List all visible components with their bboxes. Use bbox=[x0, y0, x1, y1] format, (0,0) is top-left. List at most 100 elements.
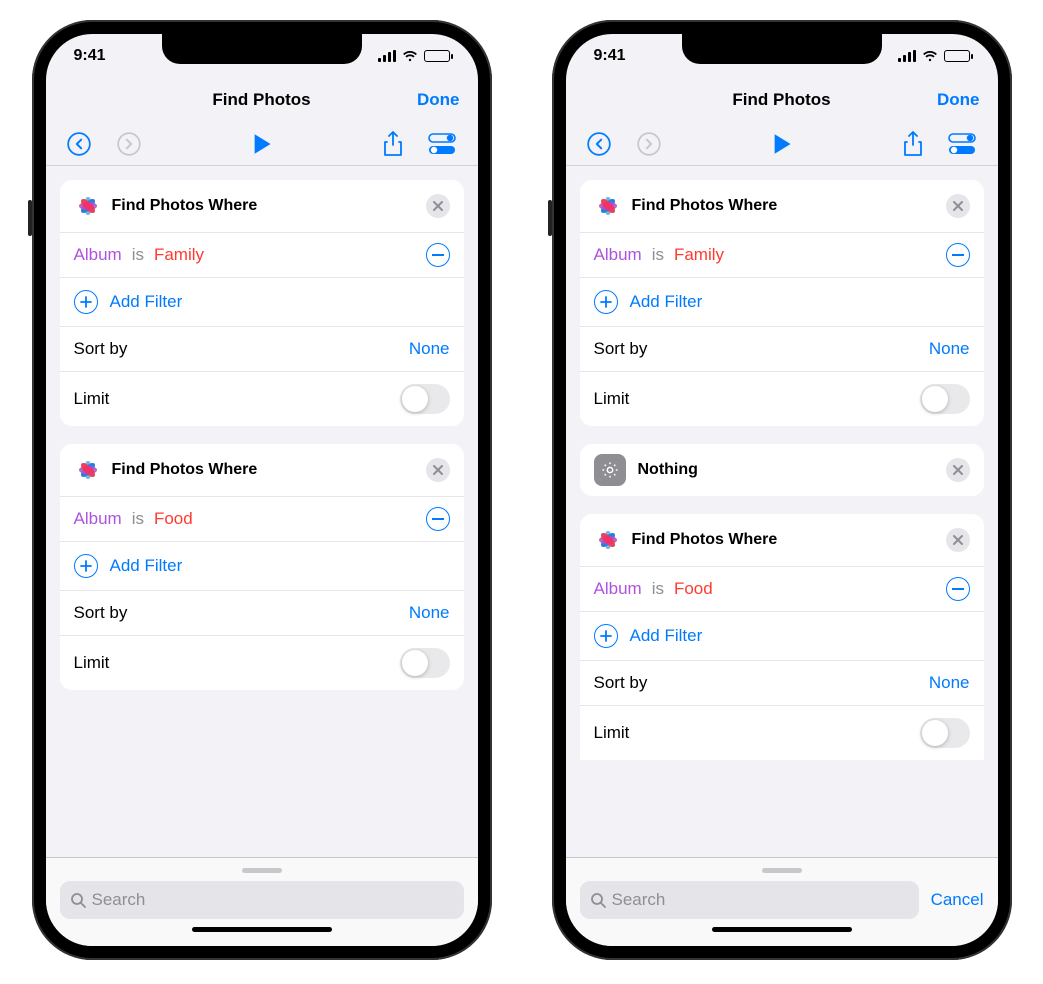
search-input[interactable]: Search bbox=[580, 881, 919, 919]
remove-action-button[interactable] bbox=[946, 528, 970, 552]
share-button[interactable] bbox=[902, 131, 924, 157]
status-time: 9:41 bbox=[74, 47, 106, 65]
add-filter-label: Add Filter bbox=[110, 556, 183, 576]
search-icon bbox=[590, 892, 606, 908]
remove-action-button[interactable] bbox=[946, 458, 970, 482]
search-placeholder: Search bbox=[612, 890, 666, 910]
photos-app-icon bbox=[594, 526, 622, 554]
filter-value: Food bbox=[674, 579, 713, 599]
sort-by-label: Sort by bbox=[594, 673, 648, 693]
wifi-icon bbox=[922, 50, 938, 62]
limit-switch[interactable] bbox=[920, 718, 970, 748]
remove-filter-button[interactable] bbox=[946, 243, 970, 267]
filter-field: Album bbox=[74, 245, 122, 265]
nav-bar: Find Photos Done bbox=[46, 78, 478, 122]
limit-row: Limit bbox=[580, 706, 984, 760]
add-filter-button[interactable]: Add Filter bbox=[580, 612, 984, 661]
redo-button[interactable] bbox=[636, 131, 662, 157]
action-card: Find Photos Where Album is Family bbox=[60, 180, 464, 426]
card-title: Find Photos Where bbox=[112, 197, 426, 215]
sort-by-row[interactable]: Sort by None bbox=[580, 661, 984, 706]
nothing-action-card[interactable]: Nothing bbox=[580, 444, 984, 496]
filter-operator: is bbox=[132, 509, 144, 529]
card-title: Find Photos Where bbox=[632, 531, 946, 549]
nav-title: Find Photos bbox=[212, 90, 310, 110]
notch bbox=[162, 34, 362, 64]
remove-action-button[interactable] bbox=[426, 458, 450, 482]
plus-circle-icon bbox=[74, 554, 98, 578]
remove-filter-button[interactable] bbox=[426, 507, 450, 531]
limit-label: Limit bbox=[594, 723, 630, 743]
limit-row: Limit bbox=[60, 372, 464, 426]
sort-by-value: None bbox=[929, 339, 970, 359]
sort-by-row[interactable]: Sort by None bbox=[60, 591, 464, 636]
home-indicator[interactable] bbox=[712, 927, 852, 932]
sort-by-row[interactable]: Sort by None bbox=[60, 327, 464, 372]
filter-row[interactable]: Album is Food bbox=[60, 497, 464, 542]
share-button[interactable] bbox=[382, 131, 404, 157]
photos-app-icon bbox=[74, 192, 102, 220]
cancel-button[interactable]: Cancel bbox=[931, 890, 984, 910]
phone-right: 9:41 Find Photos Done bbox=[552, 20, 1012, 960]
undo-button[interactable] bbox=[586, 131, 612, 157]
nav-bar: Find Photos Done bbox=[566, 78, 998, 122]
sort-by-label: Sort by bbox=[74, 339, 128, 359]
action-card: Find Photos Where Album is Food bbox=[60, 444, 464, 690]
sort-by-label: Sort by bbox=[594, 339, 648, 359]
filter-field: Album bbox=[74, 509, 122, 529]
add-filter-button[interactable]: Add Filter bbox=[60, 542, 464, 591]
filter-operator: is bbox=[132, 245, 144, 265]
remove-filter-button[interactable] bbox=[426, 243, 450, 267]
done-button[interactable]: Done bbox=[417, 90, 460, 110]
limit-switch[interactable] bbox=[400, 648, 450, 678]
phone-left: 9:41 Find Photos Done bbox=[32, 20, 492, 960]
filter-row[interactable]: Album is Family bbox=[580, 233, 984, 278]
nav-title: Find Photos bbox=[732, 90, 830, 110]
add-filter-button[interactable]: Add Filter bbox=[580, 278, 984, 327]
home-indicator[interactable] bbox=[192, 927, 332, 932]
sort-by-value: None bbox=[409, 339, 450, 359]
filter-row[interactable]: Album is Food bbox=[580, 567, 984, 612]
settings-toggle-button[interactable] bbox=[428, 133, 456, 155]
add-filter-label: Add Filter bbox=[630, 292, 703, 312]
drawer-grabber[interactable] bbox=[242, 868, 282, 873]
done-button[interactable]: Done bbox=[937, 90, 980, 110]
action-card: Find Photos Where Album is Family bbox=[580, 180, 984, 426]
add-filter-label: Add Filter bbox=[110, 292, 183, 312]
plus-circle-icon bbox=[74, 290, 98, 314]
cellular-signal-icon bbox=[898, 50, 916, 62]
wifi-icon bbox=[402, 50, 418, 62]
search-placeholder: Search bbox=[92, 890, 146, 910]
sort-by-value: None bbox=[409, 603, 450, 623]
remove-action-button[interactable] bbox=[426, 194, 450, 218]
limit-label: Limit bbox=[594, 389, 630, 409]
sort-by-value: None bbox=[929, 673, 970, 693]
filter-row[interactable]: Album is Family bbox=[60, 233, 464, 278]
settings-toggle-button[interactable] bbox=[948, 133, 976, 155]
plus-circle-icon bbox=[594, 624, 618, 648]
filter-value: Family bbox=[674, 245, 724, 265]
redo-button[interactable] bbox=[116, 131, 142, 157]
filter-field: Album bbox=[594, 579, 642, 599]
limit-switch[interactable] bbox=[920, 384, 970, 414]
drawer-grabber[interactable] bbox=[762, 868, 802, 873]
limit-switch[interactable] bbox=[400, 384, 450, 414]
toolbar bbox=[566, 122, 998, 166]
add-filter-button[interactable]: Add Filter bbox=[60, 278, 464, 327]
sort-by-row[interactable]: Sort by None bbox=[580, 327, 984, 372]
remove-filter-button[interactable] bbox=[946, 577, 970, 601]
search-icon bbox=[70, 892, 86, 908]
search-input[interactable]: Search bbox=[60, 881, 464, 919]
action-card: Find Photos Where Album is Food bbox=[580, 514, 984, 760]
filter-operator: is bbox=[652, 579, 664, 599]
undo-button[interactable] bbox=[66, 131, 92, 157]
limit-label: Limit bbox=[74, 653, 110, 673]
nothing-label: Nothing bbox=[638, 461, 946, 479]
remove-action-button[interactable] bbox=[946, 194, 970, 218]
play-button[interactable] bbox=[772, 133, 792, 155]
bottom-bar: Search bbox=[46, 857, 478, 946]
play-button[interactable] bbox=[252, 133, 272, 155]
bottom-bar: Search Cancel bbox=[566, 857, 998, 946]
add-filter-label: Add Filter bbox=[630, 626, 703, 646]
limit-label: Limit bbox=[74, 389, 110, 409]
